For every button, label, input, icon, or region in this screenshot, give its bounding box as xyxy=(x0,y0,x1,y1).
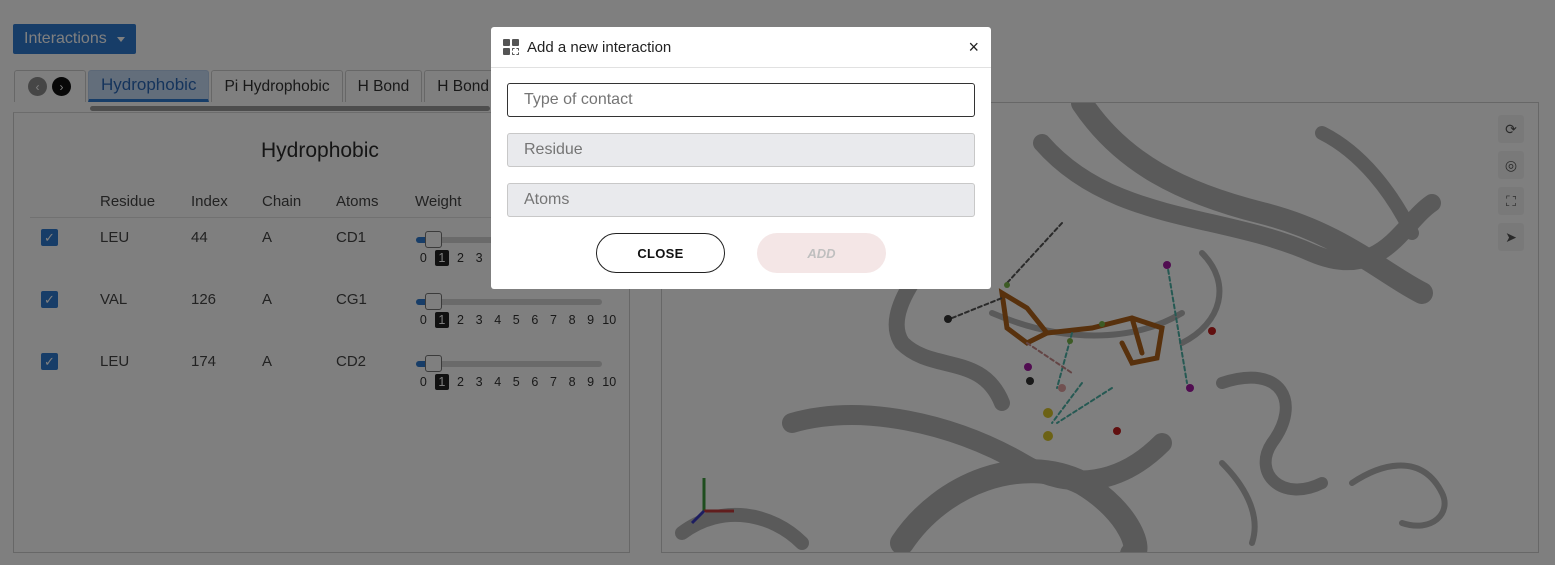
dialog-header: Add a new interaction × xyxy=(491,27,991,68)
close-icon[interactable]: × xyxy=(968,37,979,58)
residue-input[interactable] xyxy=(507,133,975,167)
grid-icon xyxy=(503,39,519,55)
add-button[interactable]: ADD xyxy=(757,233,886,273)
add-interaction-dialog: Add a new interaction × CLOSE ADD xyxy=(491,27,991,289)
type-of-contact-input[interactable] xyxy=(507,83,975,117)
close-button[interactable]: CLOSE xyxy=(596,233,725,273)
atoms-input[interactable] xyxy=(507,183,975,217)
dialog-title: Add a new interaction xyxy=(527,38,672,56)
